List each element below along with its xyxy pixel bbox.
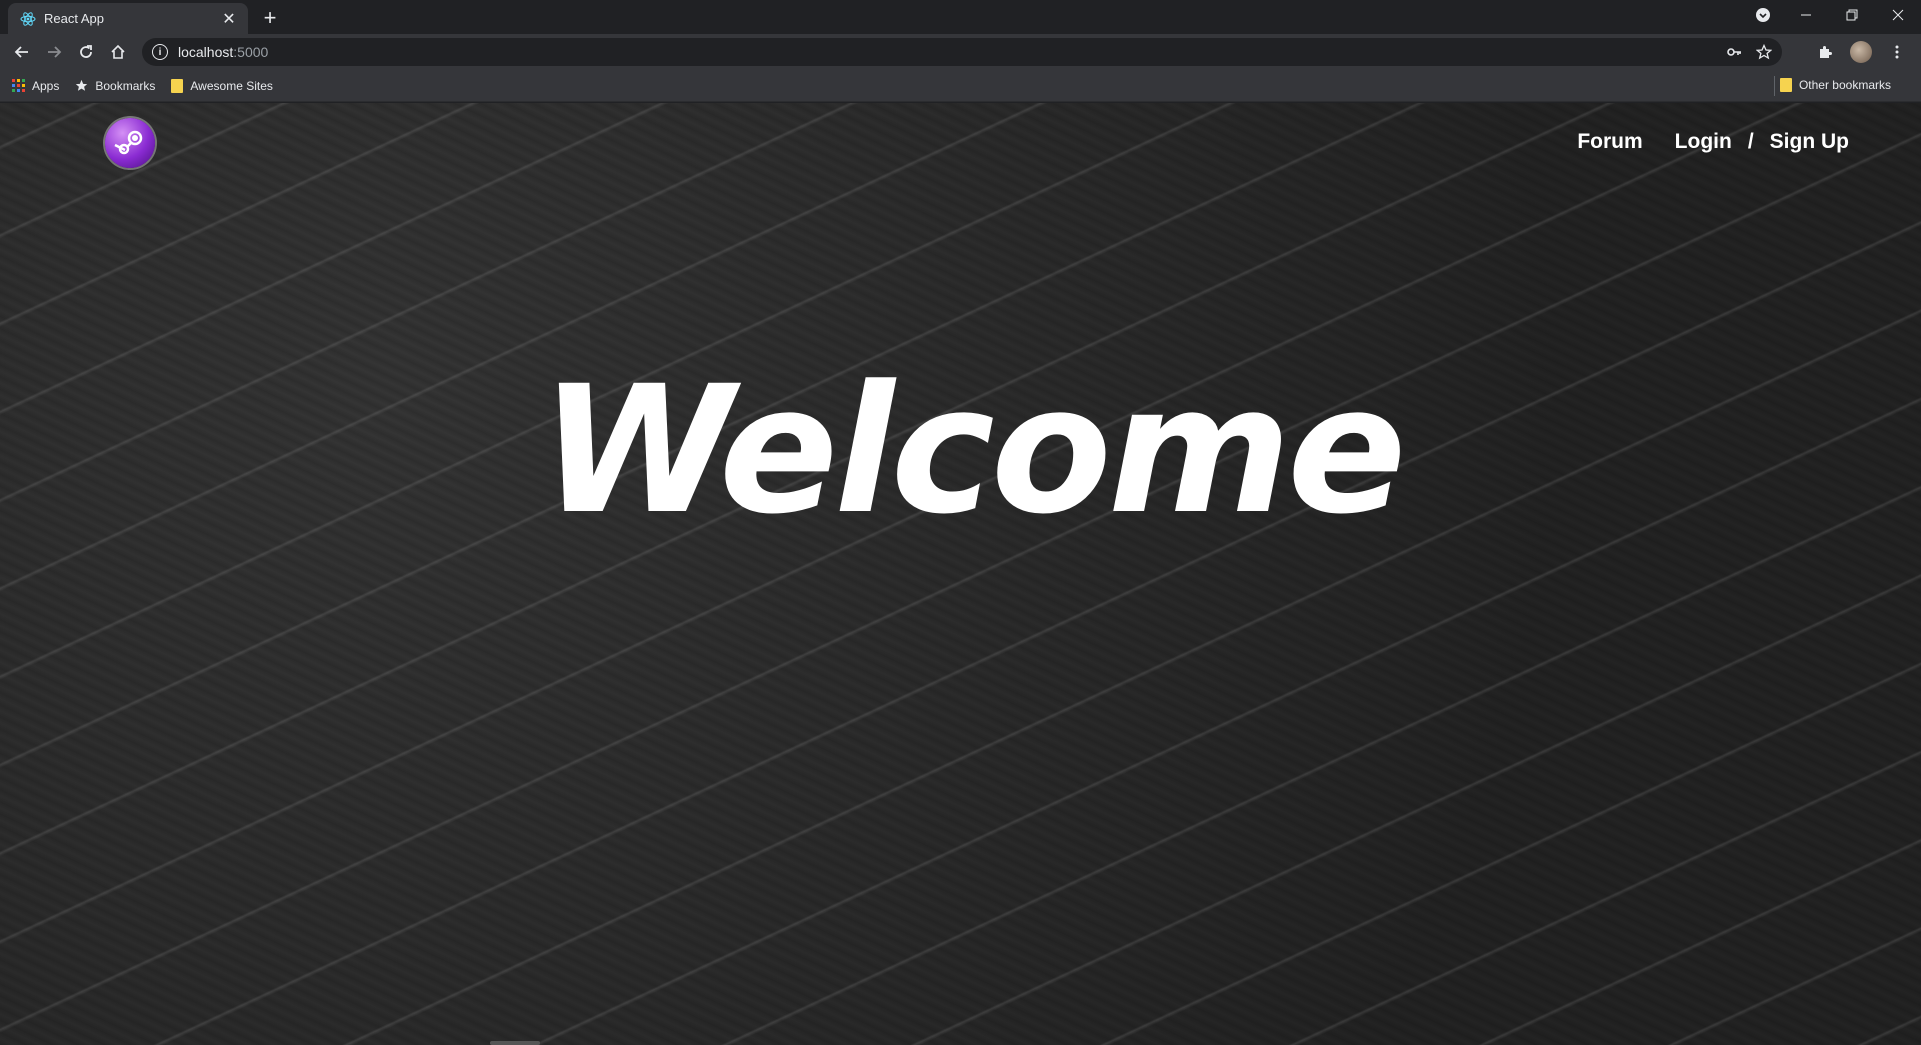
menu-button[interactable] (1881, 36, 1913, 68)
url-port: :5000 (233, 44, 269, 60)
minimize-button[interactable] (1783, 0, 1829, 30)
forward-arrow-icon (48, 46, 62, 58)
bookmark-label: Bookmarks (95, 78, 156, 93)
bookmark-bookmarks[interactable]: Bookmarks (75, 79, 155, 93)
tab-strip: React App ✕ + (0, 0, 1921, 34)
star-icon (75, 79, 88, 92)
bookmark-label: Apps (32, 78, 60, 93)
restore-icon (1846, 9, 1858, 21)
tab-react-app[interactable]: React App ✕ (8, 3, 248, 34)
key-icon[interactable] (1726, 44, 1742, 60)
close-icon[interactable]: ✕ (220, 10, 238, 28)
nav-separator: / (1747, 130, 1754, 153)
back-arrow-icon (14, 46, 28, 58)
nav-signup-link[interactable]: Sign Up (1770, 130, 1849, 154)
folder-icon (171, 78, 184, 93)
back-button[interactable] (6, 36, 38, 68)
tab-search-button[interactable] (1743, 0, 1783, 30)
chevron-down-icon (1756, 8, 1770, 22)
folder-icon (1779, 78, 1792, 92)
restore-button[interactable] (1829, 0, 1875, 30)
new-tab-button[interactable]: + (258, 5, 282, 30)
home-icon (111, 44, 125, 59)
hero-title: Welcome (540, 348, 1407, 553)
address-bar[interactable]: i localhost:5000 (142, 38, 1782, 66)
bookmark-awesome-sites[interactable]: Awesome Sites (171, 78, 273, 93)
nav-login-link[interactable]: Login (1675, 130, 1732, 154)
nav-forum-link[interactable]: Forum (1577, 130, 1642, 154)
browser-toolbar: i localhost:5000 (0, 34, 1921, 70)
bookmark-apps[interactable]: Apps (12, 79, 59, 93)
url-host: localhost (178, 44, 234, 60)
forward-button[interactable] (38, 36, 70, 68)
nav-links: Forum Login / Sign Up (1577, 130, 1849, 154)
profile-button[interactable] (1845, 36, 1877, 68)
puzzle-icon (1820, 46, 1832, 58)
tab-title: React App (44, 11, 104, 26)
other-bookmarks[interactable]: Other bookmarks (1779, 78, 1891, 92)
kebab-menu-icon (1895, 45, 1899, 59)
react-icon (20, 11, 36, 27)
minimize-icon (1801, 14, 1811, 16)
page-viewport: Forum Login / Sign Up Welcome (0, 103, 1921, 1045)
steam-logo-icon[interactable] (105, 118, 155, 168)
close-window-button[interactable] (1875, 0, 1921, 30)
site-navbar: Forum Login / Sign Up (0, 103, 1921, 183)
info-icon[interactable]: i (152, 44, 168, 60)
sand-background (0, 103, 1921, 1045)
apps-grid-icon (12, 79, 25, 92)
horizontal-scrollbar[interactable] (490, 1041, 540, 1045)
reload-button[interactable] (70, 36, 102, 68)
extensions-button[interactable] (1809, 36, 1841, 68)
bookmark-label: Awesome Sites (190, 78, 273, 93)
window-controls (1743, 0, 1921, 30)
bookmark-separator (1774, 76, 1775, 96)
other-bookmarks-label: Other bookmarks (1798, 78, 1891, 92)
home-button[interactable] (102, 36, 134, 68)
bookmarks-bar: Apps Bookmarks Awesome Sites Other bookm… (0, 70, 1921, 102)
close-icon (1892, 9, 1904, 21)
avatar (1850, 41, 1872, 63)
reload-icon (80, 45, 92, 58)
star-outline-icon[interactable] (1756, 44, 1772, 60)
